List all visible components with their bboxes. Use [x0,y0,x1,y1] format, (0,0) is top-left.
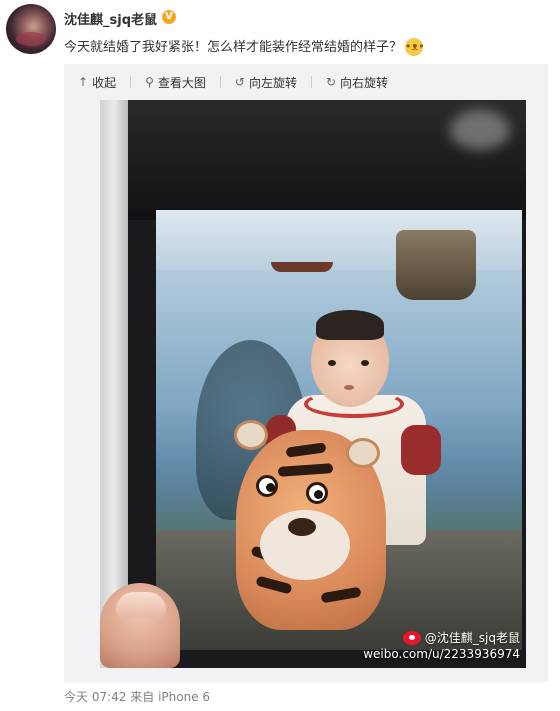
sailing-ship [396,230,476,300]
post-meta: 今天 07:42 来自 iPhone 6 [64,688,210,705]
rotate-right-button[interactable]: ↻ 向右旋转 [326,74,388,91]
tiger-ear-right [346,438,380,468]
baby-sleeve-right [401,425,441,475]
thumbnail-nail [116,592,166,618]
magnifier-icon: ⚲ [145,75,154,89]
baby-mouth [344,385,354,390]
weibo-post: 沈佳麒_sjq老鼠 V 今天就结婚了我好紧张！怎么样才能装作经常结婚的样子？ •ᴥ… [0,0,560,711]
tiger-nose [288,518,316,536]
tiger-pupil-right [314,490,323,499]
weibo-logo-icon [402,631,421,645]
post-image[interactable]: @沈佳麒_sjq老鼠 weibo.com/u/2233936974 [100,100,526,668]
post-time[interactable]: 今天 07:42 [64,690,126,704]
baby-eye-right [361,360,369,366]
rowboat [271,262,333,272]
post-text: 今天就结婚了我好紧张！怎么样才能装作经常结婚的样子？ •ᴥ• [64,36,425,57]
doge-emoji-icon: •ᴥ• [405,37,425,56]
watermark-user-line: @沈佳麒_sjq老鼠 [363,630,520,646]
rotate-right-label: 向右旋转 [340,75,389,90]
collapse-label: 收起 [92,75,117,90]
avatar[interactable] [6,4,56,54]
collapse-button[interactable]: ↑ 收起 [78,74,116,91]
tiger-ear-left [234,420,268,450]
view-large-button[interactable]: ⚲ 查看大图 [145,74,206,91]
post-source[interactable]: iPhone 6 [158,690,210,704]
tiger-pupil-left [266,483,275,492]
view-large-label: 查看大图 [157,75,206,90]
baby-eye-left [328,360,336,366]
arrow-up-icon: ↑ [78,75,89,89]
rotate-left-icon: ↺ [234,75,245,89]
toolbar-divider [310,76,312,88]
rotate-left-label: 向左旋转 [248,75,297,90]
username-link[interactable]: 沈佳麒_sjq老鼠 [64,9,157,28]
rotate-right-icon: ↻ [325,75,337,89]
post-text-content: 今天就结婚了我好紧张！怎么样才能装作经常结婚的样子？ [64,40,403,55]
source-prefix: 来自 [130,690,155,704]
toolbar-divider [219,76,221,88]
rotate-left-button[interactable]: ↺ 向左旋转 [235,74,297,91]
watermark-url: weibo.com/u/2233936974 [363,647,520,661]
light-glare [450,110,510,150]
watermark-user: @沈佳麒_sjq老鼠 [424,631,520,645]
baby-hair [316,310,384,340]
album-sleeve-edge [100,100,128,668]
old-photo-print [156,210,522,650]
image-toolbar: ↑ 收起 ⚲ 查看大图 ↺ 向左旋转 ↻ 向右旋转 [64,70,388,94]
toolbar-divider [130,76,132,88]
image-watermark: @沈佳麒_sjq老鼠 weibo.com/u/2233936974 [363,630,520,662]
verified-badge-icon[interactable]: V [162,10,176,24]
